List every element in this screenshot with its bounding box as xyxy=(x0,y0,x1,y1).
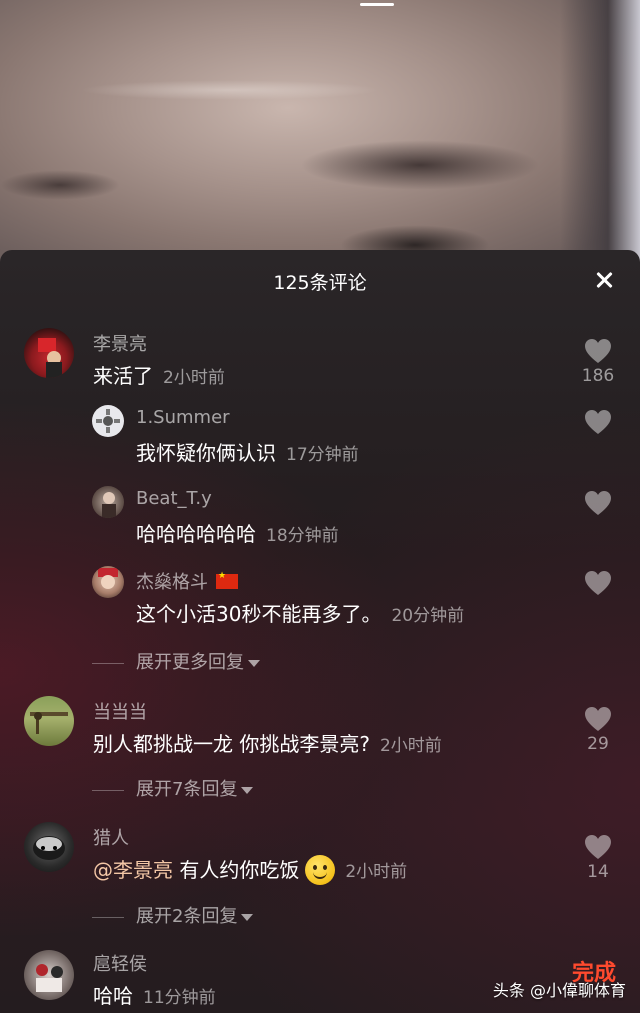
reply-text: 这个小活30秒不能再多了。 xyxy=(136,602,382,626)
heart-icon xyxy=(585,835,611,859)
comment-text: 哈哈 xyxy=(93,984,133,1008)
avatar-image xyxy=(102,492,116,518)
video-shadow-right xyxy=(300,140,540,190)
expand-label: 展开7条回复 xyxy=(136,779,238,800)
mention-link[interactable]: @李景亮 xyxy=(93,858,173,882)
chevron-down-icon xyxy=(241,786,254,794)
video-edge xyxy=(560,0,640,270)
comment-item: 猎人 @李景亮 有人约你吃饭 2小时前 14 xyxy=(0,822,640,892)
avatar[interactable] xyxy=(92,405,124,437)
reply-item: 1.Summer 我怀疑你俩认识 17分钟前 xyxy=(0,405,640,475)
reply-username[interactable]: Beat_T.y xyxy=(136,488,212,509)
heart-icon xyxy=(585,571,611,595)
comment-item: 当当当 别人都挑战一龙 你挑战李景亮? 2小时前 29 xyxy=(0,694,640,764)
avatar-image xyxy=(96,409,120,433)
reply-username-line[interactable]: 杰燊格斗 xyxy=(136,568,238,594)
reply-text-line[interactable]: 我怀疑你俩认识 17分钟前 xyxy=(136,437,359,466)
video-shadow-left xyxy=(0,170,120,200)
avatar-image xyxy=(98,568,118,589)
comment-item: 李景亮 来活了 2小时前 186 xyxy=(0,326,640,396)
avatar-image xyxy=(30,712,68,734)
heart-icon xyxy=(585,410,611,434)
comment-time: 2小时前 xyxy=(163,368,225,388)
comment-username[interactable]: 猎人 xyxy=(93,824,129,850)
avatar[interactable] xyxy=(24,950,74,1000)
reply-text-line[interactable]: 这个小活30秒不能再多了。 20分钟前 xyxy=(136,598,464,627)
close-icon[interactable] xyxy=(590,266,618,294)
comment-time: 11分钟前 xyxy=(143,988,216,1008)
comment-text: 有人约你吃饭 xyxy=(179,858,300,882)
comment-time: 2小时前 xyxy=(379,736,442,756)
heart-icon xyxy=(585,491,611,515)
sheet-header: 125条评论 xyxy=(0,250,640,310)
reply-text: 哈哈哈哈哈哈 xyxy=(136,522,256,546)
video-background[interactable] xyxy=(0,0,640,270)
video-highlight xyxy=(80,80,380,100)
like-count: 29 xyxy=(587,734,609,754)
reply-text-line[interactable]: 哈哈哈哈哈哈 18分钟前 xyxy=(136,518,339,547)
comment-text-line[interactable]: @李景亮 有人约你吃饭 2小时前 xyxy=(93,854,407,887)
like-count: 186 xyxy=(581,366,615,386)
reply-text: 我怀疑你俩认识 xyxy=(136,441,276,465)
reply-item: Beat_T.y 哈哈哈哈哈哈 18分钟前 xyxy=(0,486,640,556)
divider-dash xyxy=(92,789,124,791)
divider-dash xyxy=(92,662,124,664)
comment-count-title: 125条评论 xyxy=(273,272,367,294)
top-indicator xyxy=(360,3,394,6)
comment-username[interactable]: 扈轻侯 xyxy=(93,950,147,976)
comment-text: 来活了 xyxy=(93,364,153,388)
reply-item: 杰燊格斗 这个小活30秒不能再多了。 20分钟前 xyxy=(0,566,640,636)
comment-username[interactable]: 李景亮 xyxy=(93,330,147,356)
expand-label: 展开更多回复 xyxy=(136,652,244,673)
smiling-face-icon xyxy=(305,854,336,885)
divider-dash xyxy=(92,916,124,918)
reply-username[interactable]: 1.Summer xyxy=(136,407,230,428)
comment-username[interactable]: 当当当 xyxy=(93,698,147,724)
comment-text: 别人都挑战一龙 你挑战李景亮? xyxy=(93,732,370,756)
reply-time: 18分钟前 xyxy=(266,526,339,546)
avatar[interactable] xyxy=(92,566,124,598)
expand-replies-button[interactable]: 展开7条回复 xyxy=(92,775,254,801)
comment-time: 2小时前 xyxy=(345,862,408,882)
like-button[interactable]: 29 xyxy=(578,706,618,754)
like-button[interactable]: 186 xyxy=(578,338,618,386)
comment-text-line[interactable]: 哈哈 11分钟前 xyxy=(93,980,216,1009)
avatar[interactable] xyxy=(92,486,124,518)
watermark: 头条 @小偉聊体育 xyxy=(492,981,626,1000)
avatar-image xyxy=(33,836,65,860)
expand-replies-button[interactable]: 展开更多回复 xyxy=(92,648,260,674)
avatar[interactable] xyxy=(24,696,74,746)
avatar-image xyxy=(38,338,62,378)
comment-text-line[interactable]: 别人都挑战一龙 你挑战李景亮? 2小时前 xyxy=(93,728,442,757)
reply-time: 20分钟前 xyxy=(391,606,465,626)
heart-icon xyxy=(585,707,611,731)
expand-replies-button[interactable]: 展开2条回复 xyxy=(92,902,254,928)
reply-username: 杰燊格斗 xyxy=(136,572,208,593)
avatar-image xyxy=(36,964,63,992)
avatar[interactable] xyxy=(24,822,74,872)
chevron-down-icon xyxy=(248,659,260,667)
like-button[interactable] xyxy=(578,409,618,435)
avatar[interactable] xyxy=(24,328,74,378)
comment-text-line[interactable]: 来活了 2小时前 xyxy=(93,360,225,389)
comment-sheet: 125条评论 李景亮 来活了 2小时前 186 1.Summer 我怀疑你俩认识… xyxy=(0,250,640,1013)
heart-icon xyxy=(585,339,611,363)
like-button[interactable]: 14 xyxy=(578,834,618,882)
like-button[interactable] xyxy=(578,490,618,516)
reply-time: 17分钟前 xyxy=(286,445,359,465)
expand-label: 展开2条回复 xyxy=(136,906,238,927)
like-button[interactable] xyxy=(578,570,618,596)
like-count: 14 xyxy=(587,862,609,882)
china-flag-icon xyxy=(216,571,238,589)
chevron-down-icon xyxy=(241,913,254,921)
